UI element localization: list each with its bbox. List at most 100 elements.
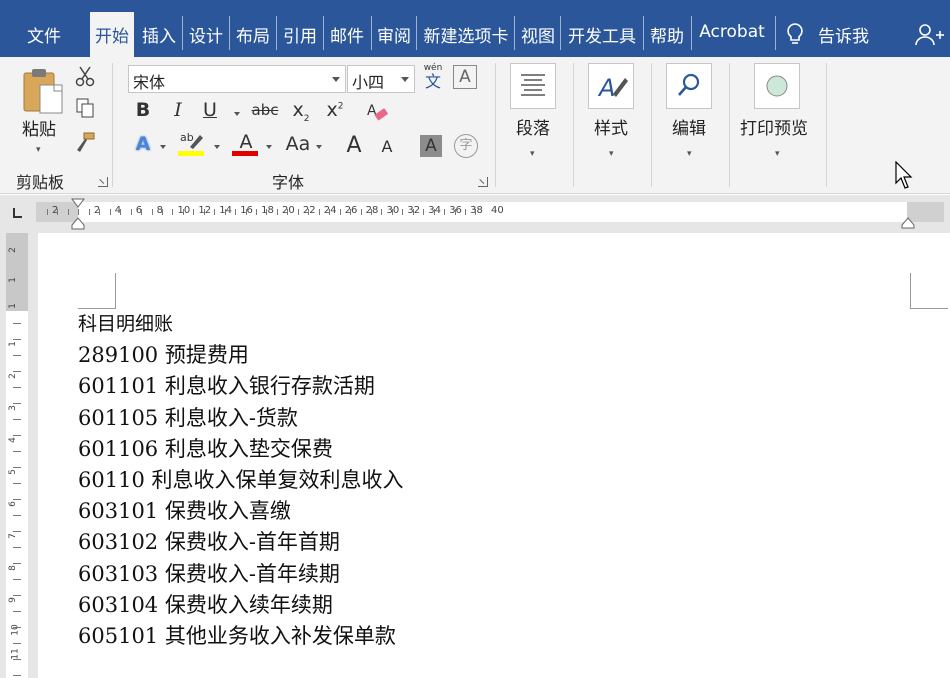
account-line[interactable]: 605101 其他业务收入补发保单款 <box>78 621 403 652</box>
share-user-icon[interactable] <box>914 22 944 46</box>
highlight-button[interactable]: ab <box>178 131 206 157</box>
vertical-ruler-tick <box>13 339 21 340</box>
svg-text:A: A <box>597 74 615 102</box>
enclose-characters-button[interactable]: 字 <box>454 134 478 158</box>
tab-12[interactable]: Acrobat <box>693 12 771 57</box>
ruler-number: 16 <box>240 205 253 216</box>
account-line[interactable]: 289100 预提费用 <box>78 340 403 371</box>
tab-1[interactable]: 开始 <box>90 12 134 57</box>
horizontal-ruler[interactable]: 2 2 4 6 8 10 12 14 16 18 20 22 24 26 28 30 32 34 36 38 40 <box>0 195 950 233</box>
chevron-down-icon[interactable] <box>332 77 340 82</box>
character-border-button[interactable]: A <box>453 65 477 89</box>
ruler-tick <box>266 209 268 215</box>
vertical-ruler-number: 2 <box>7 247 18 253</box>
font-launcher-icon[interactable] <box>478 177 488 187</box>
tab-4[interactable]: 布局 <box>231 12 275 57</box>
copy-icon[interactable] <box>74 97 96 119</box>
underline-dropdown-icon[interactable] <box>234 112 240 116</box>
tab-7[interactable]: 审阅 <box>373 12 415 57</box>
tab-separator <box>229 16 230 50</box>
ruler-tick <box>433 209 435 215</box>
text-effects-dropdown-icon[interactable] <box>160 145 166 149</box>
group-divider <box>651 63 652 187</box>
document-heading[interactable]: 科目明细账 <box>78 309 403 340</box>
highlighter-pen-icon <box>190 135 203 149</box>
styles-dropdown-icon: ▾ <box>609 149 614 159</box>
highlight-dropdown-icon[interactable] <box>214 145 220 149</box>
right-indent-marker-icon[interactable] <box>900 215 916 229</box>
tab-11[interactable]: 帮助 <box>645 12 689 57</box>
lightbulb-icon[interactable] <box>785 22 805 46</box>
indent-marker-icon[interactable] <box>70 197 86 231</box>
character-shading-button[interactable]: A <box>420 135 442 157</box>
vertical-ruler-number: 2 <box>7 373 18 379</box>
tell-me-search[interactable]: 告诉我 <box>818 12 869 57</box>
font-size-combo[interactable]: 小四 <box>347 65 415 93</box>
account-line[interactable]: 603102 保费收入-首年首期 <box>78 527 403 558</box>
chevron-down-icon[interactable] <box>401 77 409 82</box>
tab-9[interactable]: 视图 <box>516 12 560 57</box>
account-line[interactable]: 601101 利息收入银行存款活期 <box>78 371 403 402</box>
vertical-ruler-number: 5 <box>7 469 18 475</box>
account-line[interactable]: 603104 保费收入续年续期 <box>78 590 403 621</box>
format-painter-icon[interactable] <box>74 131 96 153</box>
vertical-ruler[interactable]: 2 1 1 1 2 3 4 5 6 7 8 9 10 11 <box>0 233 38 678</box>
account-line[interactable]: 60110 利息收入保单复效利息收入 <box>78 465 403 496</box>
shrink-font-button[interactable]: A <box>376 137 398 163</box>
change-case-button[interactable]: Aa <box>283 133 313 159</box>
clear-formatting-icon[interactable]: A <box>366 101 388 123</box>
paste-dropdown-arrow[interactable]: ▾ <box>36 145 41 155</box>
tab-5[interactable]: 引用 <box>278 12 322 57</box>
tab-8[interactable]: 新建选项卡 <box>418 12 514 57</box>
tab-0[interactable]: 文件 <box>22 12 66 57</box>
account-line[interactable]: 603101 保费收入喜缴 <box>78 496 403 527</box>
ruler-tick <box>141 209 143 215</box>
font-color-button[interactable]: A <box>232 131 260 157</box>
tab-selector-icon[interactable] <box>10 206 24 220</box>
subscript-button[interactable]: x2 <box>288 99 314 125</box>
ruler-tick <box>67 209 69 215</box>
ruler-tick <box>360 209 362 215</box>
ruler-number: 28 <box>365 205 379 216</box>
phonetic-guide-button[interactable]: wén 文 <box>422 63 444 93</box>
paragraph-button[interactable]: 段落 ▾ <box>498 61 568 161</box>
text-effects-button[interactable]: A <box>130 133 156 159</box>
tab-2[interactable]: 插入 <box>137 12 181 57</box>
underline-button[interactable]: U <box>199 99 221 125</box>
tab-10[interactable]: 开发工具 <box>562 12 642 57</box>
editing-icon-box <box>666 63 712 109</box>
tab-3[interactable]: 设计 <box>184 12 228 57</box>
print-preview-button[interactable]: 打印预览 ▾ <box>738 61 822 161</box>
tab-6[interactable]: 邮件 <box>325 12 369 57</box>
font-color-dropdown-icon[interactable] <box>266 145 272 149</box>
change-case-dropdown-icon[interactable] <box>316 145 322 149</box>
vertical-ruler-tick <box>13 627 21 628</box>
superscript-button[interactable]: x2 <box>322 99 348 125</box>
vertical-ruler-number: 1 <box>7 277 18 283</box>
ruler-tick <box>235 209 237 215</box>
strikethrough-button[interactable]: abc <box>250 101 280 127</box>
editing-button[interactable]: 编辑 ▾ <box>656 61 726 161</box>
grow-font-button[interactable]: A <box>342 133 366 159</box>
vertical-ruler-tick <box>13 499 21 500</box>
account-line[interactable]: 601106 利息收入垫交保费 <box>78 434 403 465</box>
ruler-number: 32 <box>407 205 421 216</box>
ruler-number: 14 <box>219 205 233 216</box>
paste-button-label[interactable]: 粘贴 <box>22 115 56 140</box>
cut-icon[interactable] <box>74 65 96 87</box>
vertical-ruler-tick <box>13 579 21 580</box>
clipboard-launcher-icon[interactable] <box>98 177 108 187</box>
bold-button[interactable]: B <box>132 99 154 125</box>
account-line[interactable]: 601105 利息收入-货款 <box>78 403 403 434</box>
italic-button[interactable]: I <box>167 99 189 125</box>
account-line[interactable]: 603103 保费收入-首年续期 <box>78 559 403 590</box>
tab-separator <box>514 16 515 50</box>
ruler-number: 22 <box>302 205 316 216</box>
paste-icon[interactable] <box>22 67 66 115</box>
ruler-tick <box>297 209 299 215</box>
document-page[interactable]: 科目明细账 289100 预提费用 601101 利息收入银行存款活期 601105 … <box>38 233 950 678</box>
font-name-combo[interactable]: 宋体 <box>128 65 346 93</box>
tab-separator <box>276 16 277 50</box>
document-body[interactable]: 科目明细账 289100 预提费用 601101 利息收入银行存款活期 601105 … <box>78 309 403 652</box>
styles-button[interactable]: A 样式 ▾ <box>578 61 648 161</box>
